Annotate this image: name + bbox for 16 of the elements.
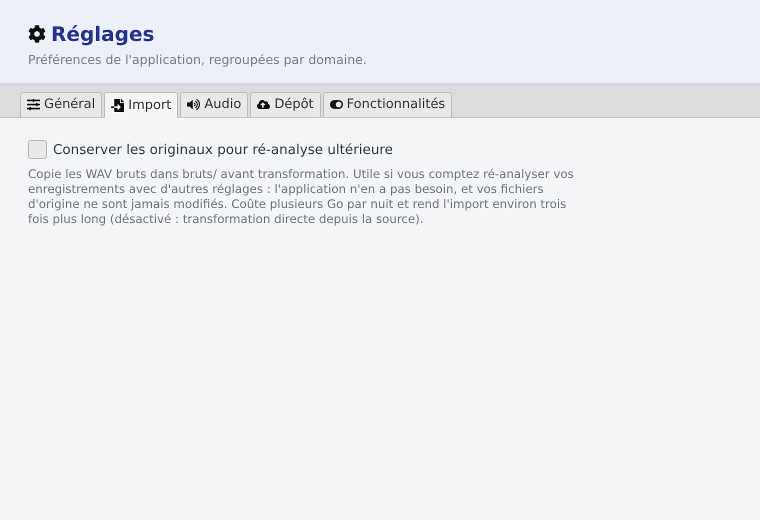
toggle-icon <box>330 98 343 111</box>
speaker-icon <box>187 98 200 111</box>
cloud-upload-icon <box>257 98 270 111</box>
tab[interactable]: Audio <box>180 92 248 117</box>
tab[interactable]: Général <box>20 92 102 117</box>
tab[interactable]: Fonctionnalités <box>322 92 452 117</box>
page-subtitle: Préférences de l'application, regroupées par domaine. <box>28 52 368 67</box>
tab[interactable]: Import <box>104 92 178 118</box>
file-import-icon <box>111 98 124 112</box>
option-description: Copie les WAV bruts dans bruts/ avant transformation. Utile si vous comptez ré-analyser vos enregistrements avec d'autres réglages : l'application n'en a pas besoin, et vos fichiers d'origine ne sont jamais modifiés. Coûte plusieurs Go par nuit et rend l'import environ trois fois plus long (désactivé : transformation directe depuis la source). <box>28 167 575 227</box>
checkbox[interactable] <box>28 140 47 159</box>
tab[interactable]: Dépôt <box>250 92 321 117</box>
option-label: Conserver les originaux pour ré-analyse ultérieure <box>53 142 393 158</box>
sliders-icon <box>27 98 40 111</box>
settings-icon <box>28 25 46 43</box>
page-title: Réglages <box>51 22 154 46</box>
